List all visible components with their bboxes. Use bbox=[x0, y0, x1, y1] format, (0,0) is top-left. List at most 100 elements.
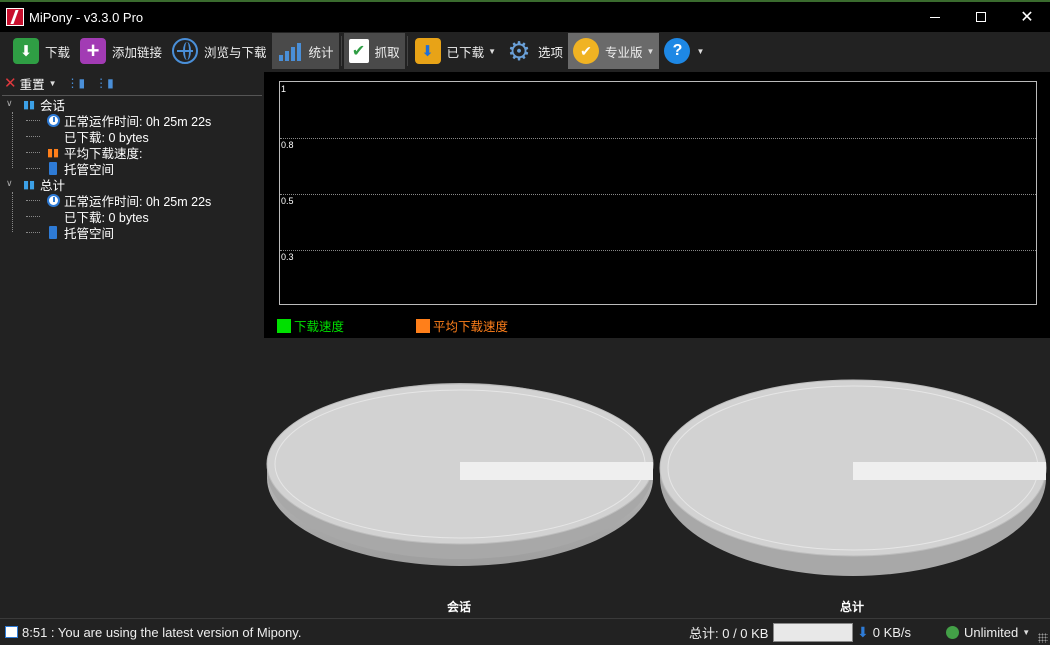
status-message: 8:51 : You are using the latest version … bbox=[22, 624, 302, 640]
phone-icon bbox=[46, 225, 60, 239]
maximize-icon bbox=[976, 12, 986, 22]
chart-gridline bbox=[280, 194, 1036, 195]
close-button[interactable]: ✕ bbox=[1004, 2, 1050, 32]
pie-charts-area: 会话 总计 bbox=[264, 338, 1050, 618]
main-toolbar: ⬇ 下载 + 添加链接 浏览与下载 统计 ✔ 抓取 ⬇ 已下载 ▼ ⚙ 选项 ✔… bbox=[0, 32, 1050, 70]
expand-tree-icon[interactable]: ⋮▮ bbox=[67, 76, 86, 90]
down-arrow-icon: ⬇ bbox=[857, 624, 869, 640]
chart-gridline bbox=[280, 138, 1036, 139]
legend-label: 平均下载速度 bbox=[433, 320, 509, 334]
pro-label: 专业版 bbox=[605, 45, 643, 60]
maximize-button[interactable] bbox=[958, 2, 1004, 32]
toolbar-separator bbox=[340, 36, 342, 66]
gear-icon: ⚙ bbox=[507, 35, 531, 66]
clock-icon bbox=[46, 193, 60, 207]
chevron-down-icon[interactable]: ∨ bbox=[6, 179, 18, 189]
browse-download-button[interactable]: 浏览与下载 bbox=[167, 33, 272, 69]
downloaded-label: 已下载 bbox=[446, 45, 485, 60]
minimize-button[interactable] bbox=[912, 2, 958, 32]
help-button[interactable]: ? ▼ bbox=[659, 33, 709, 69]
legend-swatch-green bbox=[277, 318, 291, 333]
chevron-down-icon[interactable]: ∨ bbox=[6, 99, 18, 109]
add-link-label: 添加链接 bbox=[112, 45, 163, 60]
session-pie-slice-marker bbox=[460, 462, 653, 480]
blank-icon bbox=[46, 209, 60, 223]
pie-charts-svg bbox=[266, 379, 1047, 576]
clock-icon bbox=[46, 113, 60, 127]
stats-button[interactable]: 统计 bbox=[271, 33, 339, 69]
window-title: MiPony - v3.3.0 Pro bbox=[29, 9, 144, 25]
tree-item-label: 托管空间 bbox=[64, 162, 115, 177]
clipboard-check-icon: ✔ bbox=[348, 39, 369, 63]
reset-x-icon[interactable]: ✕ bbox=[4, 74, 17, 92]
status-total: 总计: 0 / 0 KB bbox=[689, 619, 768, 645]
tree-toolbar: ✕ 重置 ▼ ⋮▮ ⋮▮ bbox=[0, 72, 262, 94]
tree-item-label: 托管空间 bbox=[64, 226, 115, 241]
phone-icon bbox=[46, 161, 60, 175]
add-link-button[interactable]: + 添加链接 bbox=[75, 33, 167, 69]
legend-swatch-orange bbox=[416, 318, 430, 333]
y-tick-label: 0.3 bbox=[281, 252, 294, 262]
total-pie bbox=[659, 379, 1047, 576]
tree-branch-line bbox=[26, 199, 40, 201]
grab-label: 抓取 bbox=[374, 45, 400, 60]
mipony-logo-icon bbox=[6, 8, 24, 26]
tree-branch-line bbox=[26, 167, 40, 169]
stats-tree: ∨ ▮▮ 会话 正常运作时间: 0h 25m 22s 已下载: 0 bytes … bbox=[0, 96, 262, 241]
stats-label: 统计 bbox=[308, 45, 334, 60]
download-label: 下载 bbox=[45, 45, 71, 60]
tree-branch-line bbox=[26, 215, 40, 217]
grab-button[interactable]: ✔ 抓取 bbox=[343, 33, 405, 69]
download-arrow-icon: ⬇ bbox=[13, 38, 39, 64]
total-transfer-label: 总计: 0 / 0 KB bbox=[689, 626, 769, 641]
stats-chart-icon bbox=[277, 38, 303, 64]
chevron-down-icon: ▼ bbox=[696, 46, 705, 56]
mipony-window: MiPony - v3.3.0 Pro ✕ ⬇ 下载 + 添加链接 浏览与下载 … bbox=[0, 0, 1050, 645]
y-tick-label: 0.5 bbox=[281, 196, 294, 206]
tree-item-total-downloaded[interactable]: 已下载: 0 bytes bbox=[0, 208, 262, 225]
y-tick-label: 1 bbox=[281, 84, 287, 94]
chevron-down-icon: ▼ bbox=[646, 46, 655, 56]
session-pie bbox=[266, 383, 654, 566]
tree-item-session-avg-speed[interactable]: ▮▮ 平均下载速度: bbox=[0, 144, 262, 161]
download-progress-bar bbox=[773, 623, 853, 642]
status-dot-icon bbox=[946, 626, 959, 639]
current-speed: 0 KB/s bbox=[872, 625, 912, 640]
status-progress bbox=[773, 619, 853, 645]
legend-item-avg-speed: 平均下载速度 bbox=[416, 316, 508, 335]
browse-download-label: 浏览与下载 bbox=[204, 45, 267, 60]
pro-version-button[interactable]: ✔ 专业版 ▼ bbox=[568, 33, 660, 69]
globe-icon bbox=[172, 38, 199, 64]
chevron-down-icon: ▼ bbox=[1022, 628, 1031, 637]
plus-icon: + bbox=[80, 38, 107, 64]
tree-node-label: 总计 bbox=[40, 178, 66, 193]
collapse-tree-icon[interactable]: ⋮▮ bbox=[95, 76, 114, 90]
downloaded-button[interactable]: ⬇ 已下载 ▼ bbox=[410, 33, 501, 69]
chevron-down-icon[interactable]: ▼ bbox=[49, 79, 57, 88]
reset-button[interactable]: 重置 bbox=[20, 74, 45, 93]
speed-limit-selector[interactable]: Unlimited ▼ bbox=[946, 619, 1030, 645]
tree-branch-line bbox=[26, 231, 40, 233]
tree-item-total-hosted-space[interactable]: 托管空间 bbox=[0, 224, 262, 241]
status-speed: ⬇ 0 KB/s bbox=[857, 619, 911, 645]
stats-tree-panel: ✕ 重置 ▼ ⋮▮ ⋮▮ ∨ ▮▮ 会话 正常运作时间: 0h 25m 22s bbox=[0, 72, 262, 618]
bar-chart-icon: ▮▮ bbox=[22, 177, 36, 191]
resize-grip-icon[interactable] bbox=[1038, 633, 1048, 643]
minimize-icon bbox=[930, 16, 940, 18]
chart-gridline bbox=[280, 250, 1036, 251]
download-folder-icon: ⬇ bbox=[414, 38, 441, 64]
orange-bar-chart-icon: ▮▮ bbox=[46, 145, 60, 159]
total-pie-title: 总计 bbox=[840, 600, 865, 614]
tree-branch-line bbox=[26, 135, 40, 137]
message-log-icon[interactable] bbox=[5, 626, 18, 638]
medal-icon: ✔ bbox=[573, 38, 600, 64]
download-button[interactable]: ⬇ 下载 bbox=[8, 33, 75, 69]
help-icon: ? bbox=[664, 38, 691, 64]
toolbar-separator bbox=[406, 36, 408, 66]
legend-label: 下载速度 bbox=[294, 320, 345, 334]
options-button[interactable]: ⚙ 选项 bbox=[501, 33, 568, 69]
bar-chart-icon: ▮▮ bbox=[22, 97, 36, 111]
chevron-down-icon: ▼ bbox=[488, 46, 497, 56]
blank-icon bbox=[46, 129, 60, 143]
speed-limit-label: Unlimited bbox=[964, 625, 1019, 640]
